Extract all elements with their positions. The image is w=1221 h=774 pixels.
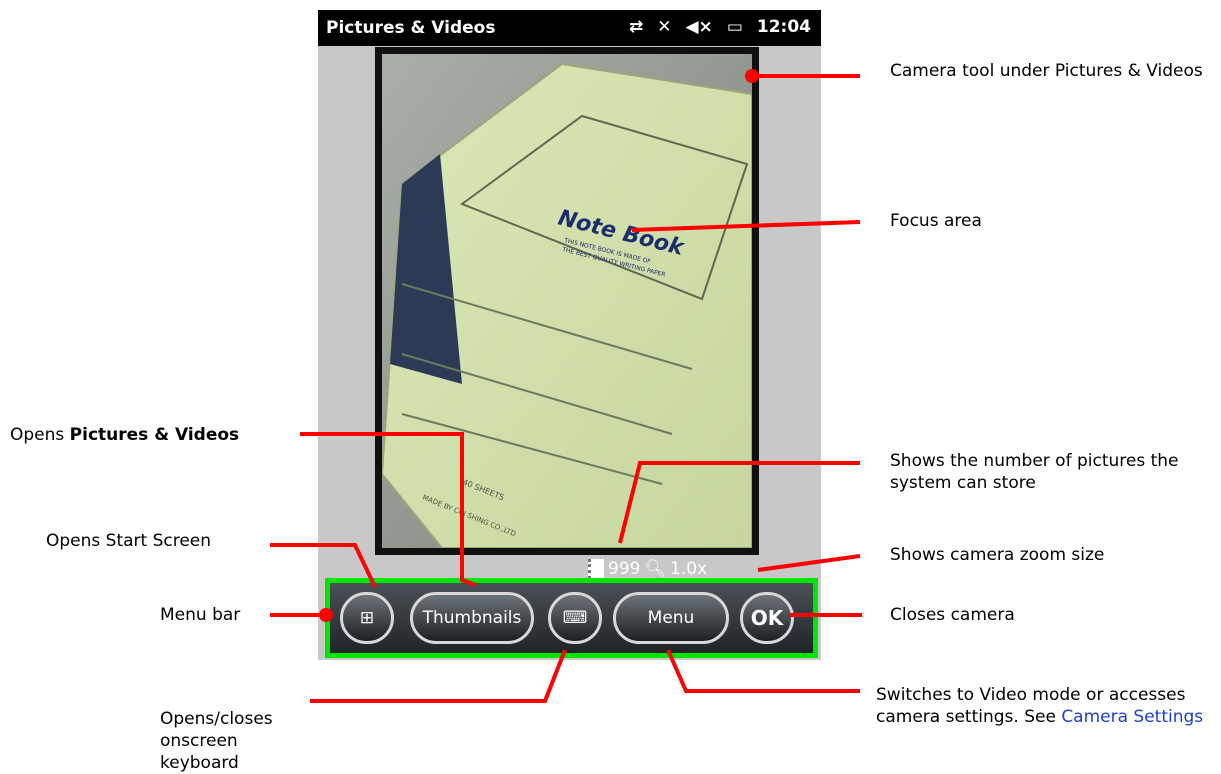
annotation-shows-number: Shows the number of pictures the system … [890,451,1179,493]
annotation-keyboard-line1: Opens/closes [160,709,273,729]
annotation-opens-bold: Pictures & Videos [69,425,240,445]
annotation-closes-camera: Closes camera [890,605,1015,625]
annotation-menu-bar: Menu bar [160,605,241,625]
annotation-keyboard-line2: onscreen keyboard [160,731,239,773]
annotation-focus-area: Focus area [890,211,982,231]
annotation-opens-prefix: Opens [10,425,70,445]
annotation-opens-pictures: Opens Pictures & Videos [10,424,239,446]
annotation-opens-start: Opens Start Screen [46,531,212,551]
callout-lines [270,69,862,703]
annotation-shows-zoom: Shows camera zoom size [890,545,1105,565]
annotation-switches: Switches to Video mode or accesses camer… [876,684,1214,728]
annotation-keyboard: Opens/closes onscreen keyboard [160,708,320,774]
camera-settings-link[interactable]: Camera Settings [1061,707,1203,727]
annotation-camera-tool: Camera tool under Pictures & Videos [890,61,1203,81]
